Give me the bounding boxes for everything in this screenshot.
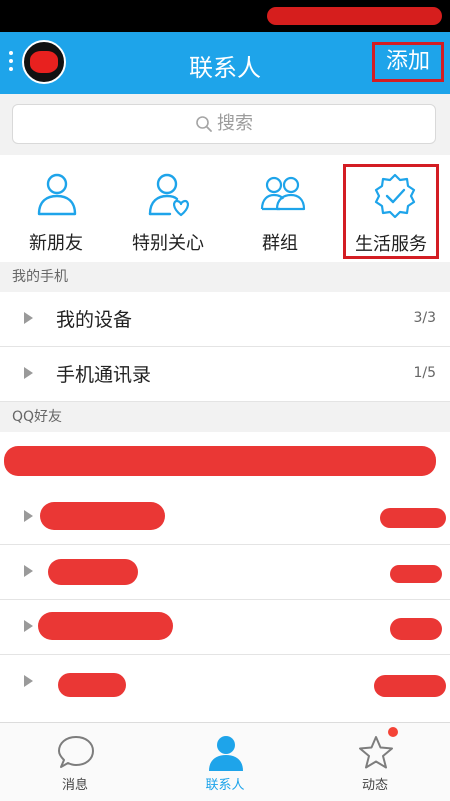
new-friends-label: 新朋友 bbox=[29, 233, 83, 254]
tab-moments[interactable]: 动态 bbox=[300, 723, 450, 801]
star-icon bbox=[359, 736, 393, 769]
bottom-tab-bar: 消息 联系人 动态 bbox=[0, 722, 450, 801]
groups-label: 群组 bbox=[262, 233, 298, 254]
friend-group-row[interactable] bbox=[0, 490, 450, 545]
list-item-count: 1/5 bbox=[413, 365, 436, 381]
life-services-button[interactable]: 生活服务 bbox=[343, 164, 439, 259]
tab-label: 联系人 bbox=[205, 778, 245, 793]
expand-arrow-icon bbox=[24, 565, 33, 577]
new-friends-button[interactable]: 新朋友 bbox=[0, 155, 112, 262]
app-header: 联系人 添加 bbox=[0, 32, 450, 94]
redaction-scribble bbox=[58, 673, 126, 697]
friend-group-row[interactable] bbox=[0, 600, 450, 655]
redaction-scribble bbox=[380, 508, 446, 528]
status-redaction bbox=[267, 7, 442, 25]
tab-contacts[interactable]: 联系人 bbox=[150, 723, 300, 801]
redaction-scribble bbox=[374, 675, 446, 697]
redaction-scribble bbox=[390, 618, 442, 640]
redaction-scribble bbox=[390, 565, 442, 583]
person-icon bbox=[37, 173, 77, 216]
expand-arrow-icon bbox=[24, 367, 33, 379]
badge-check-icon bbox=[374, 173, 416, 219]
friend-group-row[interactable] bbox=[0, 545, 450, 600]
expand-arrow-icon bbox=[24, 510, 33, 522]
special-care-button[interactable]: 特别关心 bbox=[112, 155, 224, 262]
redaction-scribble bbox=[4, 446, 436, 476]
status-bar bbox=[0, 0, 450, 32]
redaction-scribble bbox=[38, 612, 173, 640]
expand-arrow-icon bbox=[24, 675, 33, 687]
special-care-label: 特别关心 bbox=[132, 233, 204, 254]
notification-dot bbox=[388, 727, 398, 737]
tab-label: 动态 bbox=[361, 778, 388, 793]
section-header-my-phone: 我的手机 bbox=[0, 262, 450, 292]
section-header-qq-friends: QQ好友 bbox=[0, 402, 450, 432]
groups-button[interactable]: 群组 bbox=[224, 155, 336, 262]
expand-arrow-icon bbox=[24, 620, 33, 632]
search-area: 搜索 bbox=[0, 94, 450, 154]
group-icon bbox=[260, 176, 306, 211]
contacts-icon bbox=[209, 736, 243, 771]
search-input[interactable]: 搜索 bbox=[12, 104, 436, 144]
redaction-scribble bbox=[48, 559, 138, 585]
friend-group-row[interactable] bbox=[0, 655, 450, 723]
tab-label: 消息 bbox=[61, 778, 88, 793]
chat-bubble-icon bbox=[58, 736, 94, 768]
expand-arrow-icon bbox=[24, 312, 33, 324]
tab-messages[interactable]: 消息 bbox=[0, 723, 150, 801]
friend-group-row[interactable] bbox=[0, 432, 450, 490]
person-heart-icon bbox=[148, 173, 189, 217]
add-button[interactable]: 添加 bbox=[372, 42, 444, 82]
list-item-phone-contacts[interactable]: 手机通讯录 1/5 bbox=[0, 347, 450, 402]
list-item-label: 手机通讯录 bbox=[56, 364, 152, 386]
list-item-label: 我的设备 bbox=[56, 309, 133, 331]
search-placeholder: 搜索 bbox=[217, 113, 253, 134]
list-item-my-devices[interactable]: 我的设备 3/3 bbox=[0, 292, 450, 347]
life-services-label: 生活服务 bbox=[355, 234, 427, 255]
search-icon bbox=[196, 116, 212, 132]
quick-actions: 新朋友 特别关心 群组 生活服务 bbox=[0, 155, 450, 262]
redaction-scribble bbox=[40, 502, 165, 530]
list-item-count: 3/3 bbox=[413, 310, 436, 326]
